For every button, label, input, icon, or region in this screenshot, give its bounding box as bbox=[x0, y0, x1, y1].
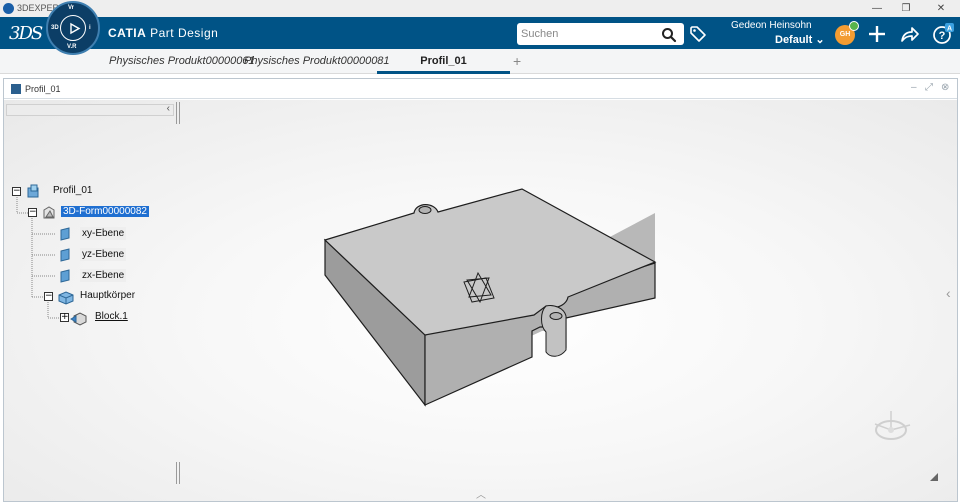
compass-info-label: i bbox=[89, 25, 91, 31]
collapse-toggle-icon[interactable]: − bbox=[44, 292, 53, 301]
plane-icon bbox=[60, 269, 70, 283]
svg-text:?: ? bbox=[939, 30, 946, 42]
tree-item-geoset[interactable]: − 3D-Form00000082 bbox=[28, 205, 168, 221]
minimize-button[interactable]: — bbox=[867, 1, 887, 16]
document-title: Profil_01 bbox=[25, 84, 61, 94]
navigation-robot-icon[interactable] bbox=[870, 405, 916, 445]
compass-3d-label: 3D bbox=[51, 25, 59, 31]
tree-label-root: Profil_01 bbox=[53, 185, 93, 196]
tree-item-zx-plane[interactable]: zx-Ebene bbox=[56, 268, 146, 284]
add-icon[interactable] bbox=[866, 23, 888, 45]
tree-label-block: Block.1 bbox=[95, 311, 128, 322]
tree-item-yz-plane[interactable]: yz-Ebene bbox=[56, 247, 146, 263]
tree-item-block[interactable]: + Block.1 bbox=[60, 310, 150, 326]
tab-physisches-produkt-61[interactable]: Physisches Produkt00000061 bbox=[109, 55, 255, 67]
3d-part-model[interactable] bbox=[304, 180, 684, 420]
tree-item-body[interactable]: − Hauptkörper bbox=[44, 289, 154, 305]
dassault-logo-icon[interactable]: 3DS bbox=[9, 23, 43, 44]
doc-maximize-icon[interactable]: ⤢ bbox=[925, 82, 933, 93]
doc-minimize-icon[interactable]: – bbox=[911, 82, 917, 93]
document-window: Profil_01 – ⤢ ⊗ ‹ − Profil_01 − 3D-Form0… bbox=[3, 78, 958, 502]
user-name[interactable]: Gedeon Heinsohn bbox=[731, 20, 812, 31]
plane-icon bbox=[60, 248, 70, 262]
os-title-bar: 3DEXPERIENCE — ❐ ✕ bbox=[0, 0, 960, 17]
pad-feature-icon bbox=[70, 312, 87, 326]
expand-toggle-icon[interactable]: + bbox=[60, 313, 69, 322]
tree-label-geoset: 3D-Form00000082 bbox=[61, 206, 149, 217]
tree-label-xy-plane: xy-Ebene bbox=[80, 227, 127, 240]
tag-icon[interactable] bbox=[689, 25, 707, 43]
collapse-toggle-icon[interactable]: − bbox=[28, 208, 37, 217]
bottom-panel-toggle-icon[interactable]: ︿ bbox=[476, 486, 486, 501]
tenant-dropdown[interactable]: Default ⌄ bbox=[775, 33, 825, 46]
tab-profil-01-label: Profil_01 bbox=[420, 55, 467, 67]
app-name: CATIA bbox=[108, 26, 147, 40]
resize-corner-icon[interactable] bbox=[929, 472, 939, 482]
app-header: 3DS CATIA Part Design Gedeon Heinsohn De… bbox=[0, 17, 960, 49]
right-panel-toggle-icon[interactable]: ‹ bbox=[946, 285, 951, 301]
part-body-icon bbox=[58, 291, 74, 305]
doc-close-icon[interactable]: ⊗ bbox=[941, 82, 949, 93]
tree-label-body: Hauptkörper bbox=[80, 290, 136, 301]
compass-play-icon[interactable] bbox=[60, 15, 86, 41]
compass-widget[interactable]: 3D V.R Vr i bbox=[46, 1, 100, 55]
share-icon[interactable] bbox=[898, 23, 920, 45]
product-icon bbox=[27, 184, 39, 198]
close-button[interactable]: ✕ bbox=[931, 1, 951, 16]
tree-item-root[interactable]: − Profil_01 bbox=[12, 184, 132, 200]
search-icon[interactable] bbox=[661, 27, 677, 43]
chevron-down-icon: ⌄ bbox=[815, 34, 825, 46]
svg-text:A: A bbox=[947, 26, 952, 33]
bottom-splitter[interactable] bbox=[176, 462, 180, 484]
document-tab-strip: Physisches Produkt00000061 Physisches Pr… bbox=[0, 49, 960, 74]
3d-viewport[interactable]: ‹ − Profil_01 − 3D-Form00000082 xy-Ebene… bbox=[4, 100, 957, 501]
search-input[interactable] bbox=[521, 26, 656, 42]
app-module: Part Design bbox=[150, 26, 219, 40]
app-title: CATIA Part Design bbox=[108, 26, 218, 40]
tab-profil-01[interactable]: Profil_01 bbox=[377, 49, 510, 74]
plane-icon bbox=[60, 227, 70, 241]
compass-vr-label: V.R bbox=[67, 44, 77, 50]
tree-label-yz-plane: yz-Ebene bbox=[80, 248, 127, 261]
tab-physisches-produkt-81[interactable]: Physisches Produkt00000081 bbox=[244, 55, 390, 67]
tree-item-xy-plane[interactable]: xy-Ebene bbox=[56, 226, 146, 242]
compass-social-label: Vr bbox=[68, 5, 75, 11]
search-box bbox=[517, 23, 684, 45]
restore-button[interactable]: ❐ bbox=[896, 1, 916, 16]
add-tab-button[interactable]: + bbox=[513, 53, 521, 69]
document-icon bbox=[11, 84, 21, 94]
help-icon[interactable]: ? A bbox=[932, 23, 954, 45]
app-logo-icon bbox=[3, 3, 14, 14]
geometrical-set-icon bbox=[43, 206, 55, 219]
online-status-icon bbox=[849, 21, 859, 31]
tenant-label: Default bbox=[775, 34, 813, 46]
tree-label-zx-plane: zx-Ebene bbox=[80, 269, 127, 282]
document-titlebar: Profil_01 – ⤢ ⊗ bbox=[4, 79, 957, 99]
collapse-toggle-icon[interactable]: − bbox=[12, 187, 21, 196]
